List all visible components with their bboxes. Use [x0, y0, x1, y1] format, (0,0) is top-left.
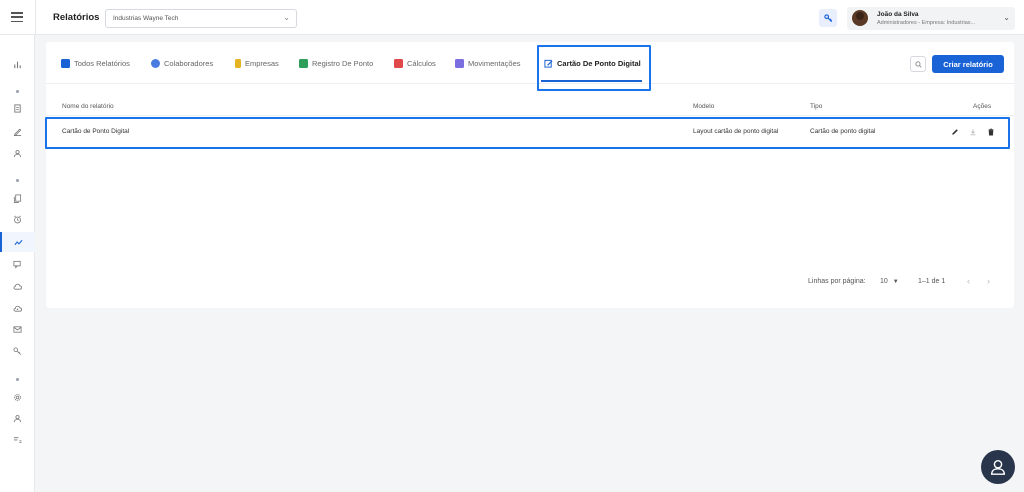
alarm-icon[interactable] — [0, 209, 35, 229]
create-report-button[interactable]: Criar relatório — [932, 55, 1004, 73]
user-name: João da Silva — [877, 11, 919, 18]
tab-label: Todos Relatórios — [74, 58, 130, 68]
pen-icon[interactable] — [0, 121, 35, 141]
menu-icon[interactable] — [11, 12, 23, 22]
tab-movimentacoes[interactable]: Movimentações — [455, 57, 521, 69]
search-icon — [914, 60, 922, 68]
chevron-down-icon: ⌄ — [283, 13, 290, 22]
col-type: Tipo — [810, 103, 823, 110]
tab-registro-de-ponto[interactable]: Registro De Ponto — [299, 57, 373, 69]
tab-todos-relatorios[interactable]: Todos Relatórios — [61, 57, 130, 69]
files-icon[interactable] — [0, 188, 35, 208]
section-dot — [16, 90, 19, 93]
gear-icon[interactable] — [0, 387, 35, 407]
calculator-icon — [394, 58, 403, 68]
mail-icon[interactable] — [0, 319, 35, 339]
rows-per-page-label: Linhas por página: — [808, 278, 866, 285]
avatar — [852, 10, 868, 26]
reports-card: Todos Relatórios Colaboradores Empresas … — [45, 42, 1014, 308]
tab-label: Colaboradores — [164, 58, 214, 68]
col-actions: Ações — [973, 103, 992, 110]
col-model: Modelo — [693, 103, 715, 110]
page-range: 1–1 de 1 — [918, 278, 946, 285]
tab-bar: Todos Relatórios Colaboradores Empresas … — [46, 42, 1014, 84]
tab-label: Cálculos — [407, 58, 436, 68]
user-icon[interactable] — [0, 143, 35, 163]
tab-label: Registro De Ponto — [312, 58, 374, 68]
top-bar: Relatórios Industrias Wayne Tech ⌄ João … — [0, 0, 1024, 35]
search-button[interactable] — [910, 56, 926, 72]
next-page-icon[interactable]: › — [987, 276, 990, 286]
clock-record-icon — [299, 58, 308, 68]
section-dot — [16, 179, 19, 182]
company-select-value: Industrias Wayne Tech — [113, 15, 179, 22]
document-icon[interactable] — [0, 98, 35, 118]
chart-icon[interactable] — [0, 54, 35, 74]
support-chat-button[interactable] — [981, 450, 1015, 484]
tab-empresas[interactable]: Empresas — [235, 57, 279, 69]
user-menu[interactable]: João da Silva Administradores - Empresa:… — [847, 7, 1015, 30]
tab-calculos[interactable]: Cálculos — [394, 57, 436, 69]
movement-icon — [455, 58, 464, 68]
col-name: Nome do relatório — [62, 103, 114, 110]
company-select[interactable]: Industrias Wayne Tech ⌄ — [105, 9, 297, 28]
list-settings-icon[interactable] — [0, 429, 35, 449]
page-title: Relatórios — [53, 12, 100, 23]
tab-label: Movimentações — [468, 58, 521, 68]
tab-colaboradores[interactable]: Colaboradores — [151, 57, 213, 69]
rows-per-page-select[interactable]: 10 ▼ — [880, 278, 899, 285]
support-icon — [990, 459, 1006, 475]
trending-icon[interactable] — [0, 232, 35, 252]
section-dot — [16, 378, 19, 381]
caret-down-icon: ▼ — [892, 279, 899, 285]
cloud-icon[interactable] — [0, 276, 35, 296]
highlight-box-tab — [537, 45, 651, 91]
prev-page-icon[interactable]: ‹ — [967, 276, 970, 286]
rows-per-page-value: 10 — [880, 278, 888, 285]
highlight-box-row — [45, 117, 1010, 149]
report-icon — [61, 58, 70, 68]
chevron-down-icon: ⌄ — [1003, 13, 1010, 22]
tab-label: Empresas — [245, 58, 279, 68]
chat-icon[interactable] — [0, 254, 35, 274]
key-icon — [823, 13, 832, 22]
key-icon[interactable] — [0, 341, 35, 361]
profile-icon[interactable] — [0, 408, 35, 428]
sidebar — [0, 35, 35, 492]
key-button[interactable] — [819, 9, 837, 27]
people-icon — [151, 58, 160, 68]
cloud-sync-icon[interactable] — [0, 298, 35, 318]
divider — [35, 0, 36, 35]
user-role: Administradores - Empresa: Industrias... — [877, 20, 976, 26]
table-header: Nome do relatório Modelo Tipo Ações — [46, 98, 1014, 116]
building-icon — [235, 58, 241, 68]
